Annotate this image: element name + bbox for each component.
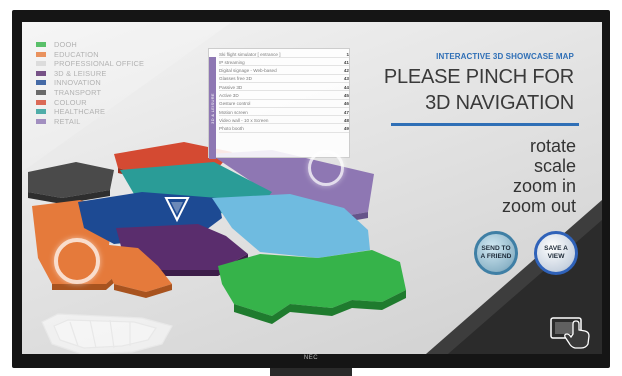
poi-number: 48 xyxy=(343,117,349,123)
touch-point-ring xyxy=(308,150,344,186)
poi-number: 43 xyxy=(343,76,349,82)
poi-name: Passive 3D xyxy=(219,84,243,90)
poi-name: Photo booth xyxy=(219,126,244,132)
poi-row[interactable]: IP streaming 41 xyxy=(219,59,349,67)
send-button-line-1: SEND TO xyxy=(481,245,511,253)
showcase-subtitle: INTERACTIVE 3D SHOWCASE MAP xyxy=(436,52,574,61)
legend-item[interactable]: INNOVATION xyxy=(36,78,216,87)
save-button-line-1: SAVE A xyxy=(544,245,568,253)
monitor-stand xyxy=(270,368,352,376)
legend-item[interactable]: EDUCATION xyxy=(36,50,216,59)
headline-line-1: PLEASE PINCH FOR xyxy=(383,66,574,88)
legend-label: PROFESSIONAL OFFICE xyxy=(54,59,145,69)
legend-swatch xyxy=(36,51,46,57)
legend-item[interactable]: HEALTHCARE xyxy=(36,107,216,116)
poi-row[interactable]: Video wall - 10 x Screen 48 xyxy=(219,117,349,125)
legend-item[interactable]: TRANSPORT xyxy=(36,88,216,97)
touch-point-ring xyxy=(54,238,100,284)
legend-label: DOOH xyxy=(54,40,77,49)
poi-row[interactable]: Motion screen 47 xyxy=(219,109,349,117)
legend-label: 3D & LEISURE xyxy=(54,68,107,78)
hand-touch-icon xyxy=(550,317,590,349)
poi-row[interactable]: Passive 3D 44 xyxy=(219,84,349,92)
poi-number: 46 xyxy=(343,101,349,107)
legend-label: HEALTHCARE xyxy=(54,107,106,117)
poi-name: Video wall - 10 x Screen xyxy=(219,117,269,123)
poi-number: 44 xyxy=(343,84,349,90)
poi-number: 42 xyxy=(343,68,349,74)
poi-row[interactable]: Digital signage - Web-based 42 xyxy=(219,68,349,75)
poi-name: Ski flight simulator [ entrance ] xyxy=(219,51,281,57)
save-button-line-2: VIEW xyxy=(547,253,565,260)
category-legend: DOOH EDUCATION PROFESSIONAL OFFICE 3D & LEI… xyxy=(36,40,216,126)
send-to-friend-button[interactable]: SEND TO A FRIEND xyxy=(474,231,518,275)
poi-name: IP streaming xyxy=(219,59,245,65)
gesture-rotate: rotate xyxy=(529,136,576,156)
legend-swatch xyxy=(36,80,46,86)
poi-row[interactable]: Active 3D 45 xyxy=(219,93,349,100)
poi-row[interactable]: Gesture control 46 xyxy=(219,101,349,108)
legend-swatch xyxy=(36,42,46,47)
poi-list-panel: 3D & LEISURE Ski flight simulator [ entr… xyxy=(208,48,350,159)
legend-swatch xyxy=(36,109,46,115)
poi-name: Motion screen xyxy=(219,109,248,115)
legend-swatch xyxy=(36,89,46,95)
poi-number: 41 xyxy=(343,59,349,65)
legend-swatch xyxy=(36,70,46,76)
poi-name: Glasses free 3D xyxy=(219,76,252,82)
gesture-scale: scale xyxy=(533,156,576,176)
gesture-zoom-out: zoom out xyxy=(501,196,576,216)
legend-item[interactable]: 3D & LEISURE xyxy=(36,69,216,78)
legend-item[interactable]: PROFESSIONAL OFFICE xyxy=(36,59,216,68)
legend-label: TRANSPORT xyxy=(54,87,102,97)
legend-label: INNOVATION xyxy=(54,78,101,88)
wireframe-building xyxy=(41,313,173,354)
legend-item[interactable]: DOOH xyxy=(36,40,216,49)
legend-label: COLOUR xyxy=(54,97,87,107)
poi-number: 45 xyxy=(343,93,349,98)
legend-label: EDUCATION xyxy=(54,49,99,59)
legend-item[interactable]: COLOUR xyxy=(36,98,216,107)
legend-swatch xyxy=(36,118,46,124)
legend-item[interactable]: RETAIL xyxy=(36,117,216,126)
poi-row[interactable]: Glasses free 3D 43 xyxy=(219,76,349,83)
poi-name: Active 3D xyxy=(219,93,239,98)
headline-divider xyxy=(391,123,579,126)
poi-number: 47 xyxy=(343,109,349,115)
legend-swatch xyxy=(36,99,46,105)
legend-swatch xyxy=(36,61,46,67)
poi-row[interactable]: Ski flight simulator [ entrance ] 1 xyxy=(219,51,349,58)
poi-number: 1 xyxy=(346,51,349,57)
poi-row[interactable]: Photo booth 49 xyxy=(219,126,349,133)
poi-category-label: 3D & LEISURE xyxy=(210,92,216,124)
legend-label: RETAIL xyxy=(54,116,81,126)
headline-line-2: 3D NAVIGATION xyxy=(425,92,574,114)
monitor-brand: NEC xyxy=(303,355,319,361)
poi-name: Gesture control xyxy=(219,101,251,107)
save-view-button[interactable]: SAVE A VIEW xyxy=(534,231,578,275)
poi-number: 49 xyxy=(343,126,349,132)
send-button-line-2: A FRIEND xyxy=(480,253,512,260)
poi-name: Digital signage - Web-based xyxy=(219,68,277,74)
gesture-zoom-in: zoom in xyxy=(512,176,576,196)
touch-screen: DOOH EDUCATION PROFESSIONAL OFFICE 3D & LEI… xyxy=(22,22,602,354)
